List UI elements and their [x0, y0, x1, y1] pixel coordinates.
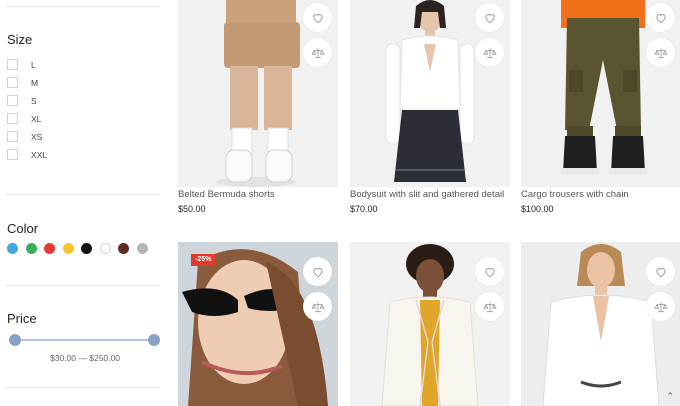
- size-checkbox[interactable]: [7, 131, 18, 142]
- size-label: L: [31, 59, 36, 70]
- product-image[interactable]: [350, 0, 510, 187]
- size-option-xxl[interactable]: XXL: [7, 148, 47, 161]
- scale-icon: [654, 301, 667, 312]
- product-image[interactable]: [350, 242, 510, 406]
- color-swatch-yellow[interactable]: [62, 243, 74, 254]
- heart-icon: [484, 267, 495, 277]
- color-swatch-white[interactable]: [99, 243, 111, 254]
- color-swatch-green[interactable]: [25, 243, 37, 254]
- scale-icon: [483, 301, 496, 312]
- color-swatch-blue[interactable]: [7, 243, 18, 254]
- product-card[interactable]: Cargo trousers with chain $100.00: [521, 0, 680, 214]
- wishlist-button[interactable]: [475, 3, 504, 32]
- compare-button[interactable]: [646, 38, 675, 67]
- compare-button[interactable]: [303, 292, 332, 321]
- color-swatches: [7, 243, 148, 254]
- wishlist-button[interactable]: [303, 3, 332, 32]
- size-option-xs[interactable]: XS: [7, 130, 42, 143]
- product-image[interactable]: -25%: [178, 242, 338, 406]
- product-name[interactable]: Cargo trousers with chain: [521, 189, 680, 201]
- product-price: $70.00: [350, 204, 378, 214]
- price-slider-min-handle[interactable]: [9, 334, 21, 346]
- compare-button[interactable]: [303, 38, 332, 67]
- heart-icon: [312, 267, 323, 277]
- color-swatch-brown[interactable]: [118, 243, 129, 254]
- divider: [6, 285, 160, 286]
- price-filter-title: Price: [7, 311, 37, 326]
- price-slider-max-handle[interactable]: [148, 334, 160, 346]
- product-card[interactable]: Belted Bermuda shorts $50.00: [178, 0, 338, 214]
- size-filter-title: Size: [7, 32, 33, 47]
- product-card[interactable]: [350, 242, 510, 406]
- divider: [6, 6, 160, 7]
- size-checkbox[interactable]: [7, 149, 18, 160]
- scale-icon: [311, 47, 324, 58]
- product-price: $50.00: [178, 204, 206, 214]
- wishlist-button[interactable]: [303, 257, 332, 286]
- size-label: XL: [31, 113, 42, 124]
- size-option-l[interactable]: L: [7, 58, 36, 71]
- product-price: $100.00: [521, 204, 554, 214]
- product-card[interactable]: [521, 242, 680, 406]
- wishlist-button[interactable]: [475, 257, 504, 286]
- product-image[interactable]: [178, 0, 338, 187]
- size-label: M: [31, 77, 39, 88]
- product-image[interactable]: [521, 242, 680, 406]
- size-checkbox[interactable]: [7, 59, 18, 70]
- size-label: S: [31, 95, 37, 106]
- heart-icon: [312, 13, 323, 23]
- wishlist-button[interactable]: [646, 3, 675, 32]
- size-label: XXL: [31, 149, 48, 160]
- color-filter-title: Color: [7, 221, 39, 236]
- size-checkbox[interactable]: [7, 77, 18, 88]
- size-option-m[interactable]: M: [7, 76, 38, 89]
- product-name[interactable]: Belted Bermuda shorts: [178, 189, 338, 201]
- scale-icon: [654, 47, 667, 58]
- heart-icon: [655, 13, 666, 23]
- product-name[interactable]: Bodysuit with slit and gathered detail: [350, 189, 510, 201]
- size-label: XS: [31, 131, 43, 142]
- filter-sidebar: Size L M S XL XS XXL Color Price $30.00 …: [0, 0, 170, 406]
- price-range-text: $30.00 — $250.00: [50, 353, 120, 363]
- price-slider-track[interactable]: [15, 339, 154, 341]
- wishlist-button[interactable]: [646, 257, 675, 286]
- product-card[interactable]: Bodysuit with slit and gathered detail $…: [350, 0, 510, 214]
- color-swatch-gray[interactable]: [136, 243, 148, 254]
- divider: [6, 194, 160, 195]
- scale-icon: [483, 47, 496, 58]
- product-card[interactable]: -25%: [178, 242, 338, 406]
- scroll-up-icon[interactable]: ⌃: [666, 391, 674, 402]
- compare-button[interactable]: [475, 38, 504, 67]
- discount-badge: -25%: [191, 254, 216, 266]
- product-image[interactable]: [521, 0, 680, 187]
- compare-button[interactable]: [475, 292, 504, 321]
- heart-icon: [484, 13, 495, 23]
- size-checkbox[interactable]: [7, 113, 18, 124]
- size-option-s[interactable]: S: [7, 94, 37, 107]
- scale-icon: [311, 301, 324, 312]
- size-option-xl[interactable]: XL: [7, 112, 41, 125]
- divider: [6, 387, 160, 388]
- size-checkbox[interactable]: [7, 95, 18, 106]
- color-swatch-black[interactable]: [81, 243, 92, 254]
- color-swatch-red[interactable]: [44, 243, 55, 254]
- heart-icon: [655, 267, 666, 277]
- compare-button[interactable]: [646, 292, 675, 321]
